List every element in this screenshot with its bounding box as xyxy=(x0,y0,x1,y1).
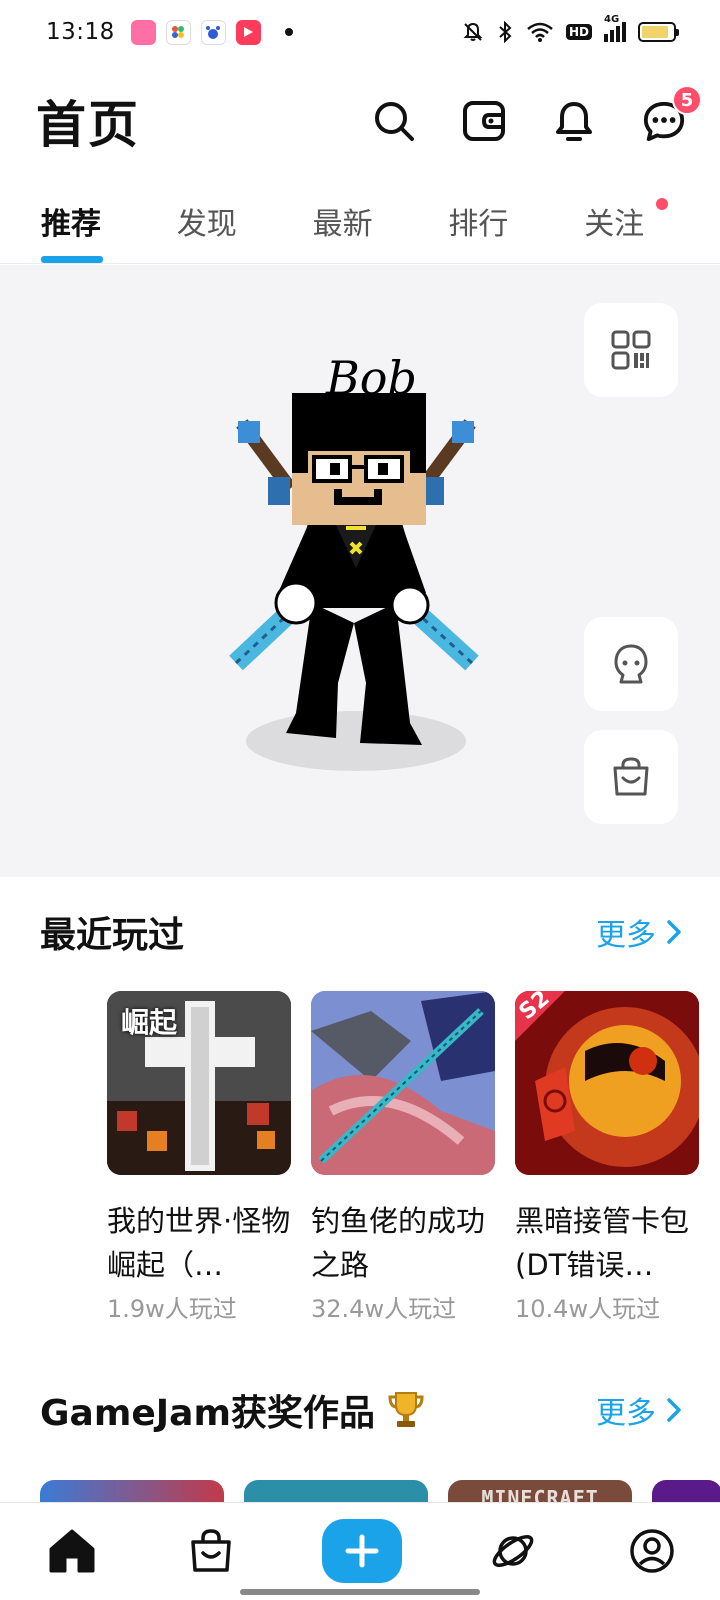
messages-badge: 5 xyxy=(672,85,702,115)
bluetooth-icon xyxy=(499,21,512,43)
notification-app-icon xyxy=(130,19,156,45)
wallet-icon xyxy=(463,101,505,141)
avatar-stage: Bob xyxy=(0,265,720,877)
home-indicator[interactable] xyxy=(240,1589,480,1595)
recent-section-title: 最近玩过 xyxy=(40,915,185,956)
new-content-dot xyxy=(656,198,669,210)
game-card[interactable]: 崛起 我的世界·怪物崛起（… 1.9w人玩过 xyxy=(107,991,291,1324)
chevron-right-icon xyxy=(667,1398,681,1422)
signal-icon: 4G xyxy=(604,14,626,42)
game-thumbnail: 崛起 xyxy=(107,991,291,1175)
search-button[interactable] xyxy=(372,99,416,143)
tab-recommended[interactable]: 推荐 xyxy=(41,180,177,264)
shopping-bag-icon xyxy=(613,757,649,796)
game-name: 黑暗接管卡包(DT错误… xyxy=(515,1204,690,1282)
game-name: 我的世界·怪物崛起（… xyxy=(107,1204,291,1282)
header: 首页 5 xyxy=(0,80,720,162)
more-label: 更多 xyxy=(596,918,656,953)
more-label: 更多 xyxy=(596,1396,656,1431)
planet-icon xyxy=(492,1535,534,1567)
tab-latest[interactable]: 最新 xyxy=(313,180,449,264)
header-actions: 5 xyxy=(372,85,702,143)
nav-store[interactable] xyxy=(183,1523,239,1579)
plus-icon xyxy=(345,1534,379,1568)
create-button[interactable] xyxy=(322,1519,402,1583)
recent-section-header: 最近玩过 更多 xyxy=(0,906,720,958)
game-play-count: 1.9w人玩过 xyxy=(107,1295,237,1323)
recent-games-list: 崛起 我的世界·怪物崛起（… 1.9w人玩过 钓鱼佬的成功之路 32.4w人玩过 xyxy=(107,991,699,1324)
tab-following[interactable]: 关注 xyxy=(584,180,720,264)
profile-icon xyxy=(630,1529,674,1573)
tab-label: 关注 xyxy=(584,207,645,242)
network-type: 4G xyxy=(604,14,620,25)
hd-badge: HD xyxy=(565,24,592,40)
tab-label: 最新 xyxy=(312,207,373,242)
shopping-bag-icon xyxy=(191,1529,231,1572)
game-thumbnail xyxy=(311,991,495,1175)
trophy-icon xyxy=(388,1392,424,1427)
video-app-icon xyxy=(235,19,261,45)
thumb-title: 崛起 xyxy=(121,1006,178,1039)
game-play-count: 32.4w人玩过 xyxy=(311,1295,457,1323)
status-bar: 13:18 HD 4G xyxy=(0,0,720,64)
gamejam-title-text: GameJam获奖作品 xyxy=(40,1393,375,1434)
status-time: 13:18 xyxy=(46,19,115,45)
nav-home[interactable] xyxy=(44,1523,100,1579)
recent-more-link[interactable]: 更多 xyxy=(596,910,682,954)
game-card[interactable]: S2 黑暗接管卡包(DT错误… 10.4w人玩过 xyxy=(515,991,699,1324)
search-icon xyxy=(375,102,414,141)
game-thumbnail: S2 xyxy=(515,991,699,1175)
home-icon xyxy=(49,1529,95,1573)
battery-level xyxy=(642,26,668,38)
baidu-app-icon xyxy=(200,19,226,45)
nav-profile[interactable] xyxy=(624,1523,680,1579)
qr-code-icon xyxy=(611,330,651,370)
game-name: 钓鱼佬的成功之路 xyxy=(311,1204,486,1282)
avatar-edit-button[interactable] xyxy=(584,617,678,711)
bottom-navigation xyxy=(0,1502,720,1600)
game-play-count: 10.4w人玩过 xyxy=(515,1295,661,1323)
tab-bar: 推荐 发现 最新 排行 关注 xyxy=(0,180,720,264)
tab-label: 发现 xyxy=(176,207,237,242)
page-title: 首页 xyxy=(36,96,140,154)
chevron-right-icon xyxy=(667,920,681,944)
wifi-icon xyxy=(527,22,553,42)
tab-label: 排行 xyxy=(448,207,509,242)
tab-label: 推荐 xyxy=(41,207,101,242)
scan-qr-button[interactable] xyxy=(584,303,678,397)
more-notifications-dot xyxy=(284,28,293,36)
tab-discover[interactable]: 发现 xyxy=(177,180,313,264)
avatar-character[interactable] xyxy=(226,393,486,773)
mute-icon xyxy=(463,22,483,41)
notifications-button[interactable] xyxy=(552,99,596,143)
notification-app-icon xyxy=(165,19,191,45)
gamejam-section-header: GameJam获奖作品 更多 xyxy=(0,1384,720,1436)
battery-icon xyxy=(638,22,679,42)
status-app-icons xyxy=(130,19,293,45)
bell-icon xyxy=(556,102,592,141)
tab-ranking[interactable]: 排行 xyxy=(448,180,584,264)
character-icon xyxy=(614,644,648,684)
gamejam-more-link[interactable]: 更多 xyxy=(596,1388,682,1432)
nav-explore[interactable] xyxy=(485,1523,541,1579)
shop-button[interactable] xyxy=(584,730,678,824)
gamejam-section-title: GameJam获奖作品 xyxy=(40,1384,424,1436)
game-card[interactable]: 钓鱼佬的成功之路 32.4w人玩过 xyxy=(311,991,495,1324)
status-right: HD 4G xyxy=(462,14,679,43)
messages-button[interactable]: 5 xyxy=(642,85,702,143)
wallet-button[interactable] xyxy=(462,99,506,143)
